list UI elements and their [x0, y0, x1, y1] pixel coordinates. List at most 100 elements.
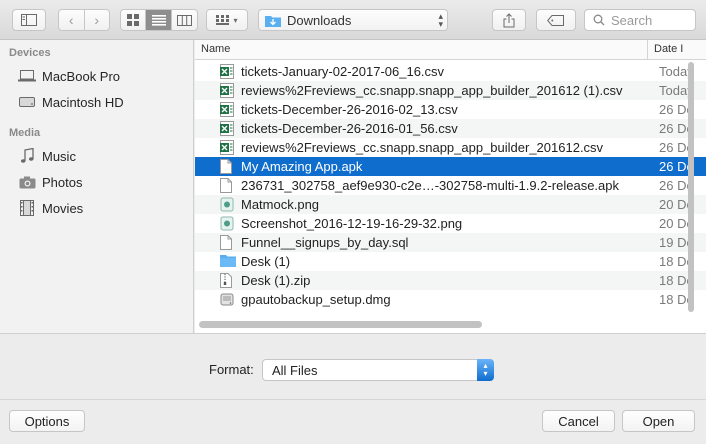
file-name: Desk (1): [241, 254, 291, 269]
open-button[interactable]: Open: [622, 410, 695, 432]
sidebar-toggle-button[interactable]: [12, 9, 46, 31]
zip-icon: [220, 273, 234, 288]
sidebar-item-movies[interactable]: Movies: [0, 196, 193, 220]
sidebar-item-label: Movies: [42, 200, 84, 216]
file-row[interactable]: Desk (1) 18 De: [195, 252, 706, 271]
list-view-button[interactable]: [146, 10, 172, 30]
icon-view-button[interactable]: [121, 10, 147, 30]
arrange-button[interactable]: ▾: [206, 9, 248, 31]
divider: [0, 399, 706, 400]
format-label: Format:: [209, 362, 254, 377]
document-icon: [220, 178, 234, 193]
folder-icon: [220, 254, 236, 269]
updown-chevron-icon: ▴ ▾: [438, 11, 443, 29]
horizontal-scrollbar[interactable]: [199, 321, 482, 328]
search-placeholder: Search: [611, 12, 653, 28]
toolbar: ‹ › ▾ Downloads ▴ ▾ Search: [0, 0, 706, 40]
location-selector[interactable]: Downloads ▴ ▾: [258, 9, 448, 31]
sidebar-item-label: Macintosh HD: [42, 94, 124, 110]
file-name: Funnel__signups_by_day.sql: [241, 235, 409, 250]
file-name: My Amazing App.apk: [241, 159, 363, 174]
tag-icon: [547, 14, 564, 26]
file-name: tickets-December-26-2016-01_56.csv: [241, 121, 458, 136]
file-name: tickets-December-26-2016-02_13.csv: [241, 102, 458, 117]
camera-icon: [18, 174, 36, 190]
tags-button[interactable]: [536, 9, 576, 31]
file-name: tickets-January-02-2017-06_16.csv: [241, 64, 445, 79]
file-name: reviews%2Freviews_cc.snapp.snapp_app_bui…: [241, 140, 604, 155]
film-icon: [18, 200, 36, 216]
grid-icon: [127, 14, 140, 26]
list-icon: [151, 14, 166, 26]
column-header-date[interactable]: Date I: [647, 40, 706, 60]
view-mode-selector: [120, 9, 198, 31]
sidebar-item-music[interactable]: Music: [0, 144, 193, 168]
document-icon: [220, 159, 234, 174]
format-select[interactable]: All Files ▴ ▾: [262, 359, 494, 381]
document-icon: [220, 235, 234, 250]
column-view-button[interactable]: [172, 10, 197, 30]
arrange-grid-icon: [216, 14, 230, 25]
image-icon: [220, 216, 234, 231]
hard-drive-icon: [18, 94, 36, 110]
column-header: Name Date I: [195, 40, 706, 60]
file-row[interactable]: Matmock.png 20 De: [195, 195, 706, 214]
music-icon: [18, 148, 36, 164]
sidebar-item-label: Photos: [42, 174, 83, 190]
file-row[interactable]: 236731_302758_aef9e930-c2e…-302758-multi…: [195, 176, 706, 195]
search-icon: [593, 14, 605, 26]
options-button[interactable]: Options: [9, 410, 85, 432]
chevron-left-icon: ‹: [68, 12, 74, 28]
sidebar-item-label: Music: [42, 148, 76, 164]
file-row[interactable]: reviews%2Freviews_cc.snapp.snapp_app_bui…: [195, 81, 706, 100]
file-row-selected[interactable]: My Amazing App.apk 26 De: [195, 157, 706, 176]
file-name: gpautobackup_setup.dmg: [241, 292, 391, 307]
downloads-folder-icon: [265, 15, 281, 27]
file-name: reviews%2Freviews_cc.snapp.snapp_app_bui…: [241, 83, 623, 98]
chevron-right-icon: ›: [94, 12, 100, 28]
bottom-panel: Format: All Files ▴ ▾ Options Cancel Open: [0, 333, 706, 444]
file-row[interactable]: reviews%2Freviews_cc.snapp.snapp_app_bui…: [195, 138, 706, 157]
sidebar-item-label: MacBook Pro: [42, 68, 121, 84]
sidebar-section-media: Media: [9, 127, 41, 139]
columns-icon: [176, 14, 192, 26]
share-icon: [503, 12, 515, 27]
location-label: Downloads: [287, 12, 352, 28]
csv-icon: [220, 121, 234, 136]
csv-icon: [220, 102, 234, 117]
csv-icon: [220, 64, 234, 79]
file-name: 236731_302758_aef9e930-c2e…-302758-multi…: [241, 178, 619, 193]
file-row[interactable]: tickets-December-26-2016-01_56.csv 26 De: [195, 119, 706, 138]
file-row[interactable]: gpautobackup_setup.dmg 18 De: [195, 290, 706, 309]
sidebar-item-macintosh-hd[interactable]: Macintosh HD: [0, 90, 193, 114]
sidebar: Devices MacBook Pro Macintosh HD Media M…: [0, 40, 194, 333]
file-name: Screenshot_2016-12-19-16-29-32.png: [241, 216, 463, 231]
file-row[interactable]: Screenshot_2016-12-19-16-29-32.png 20 De: [195, 214, 706, 233]
updown-chevron-icon: ▴ ▾: [477, 359, 494, 381]
sidebar-item-macbook-pro[interactable]: MacBook Pro: [0, 64, 193, 88]
search-field[interactable]: Search: [584, 9, 696, 31]
file-name: Desk (1).zip: [241, 273, 311, 288]
image-icon: [220, 197, 234, 212]
file-row[interactable]: tickets-December-26-2016-02_13.csv 26 De: [195, 100, 706, 119]
csv-icon: [220, 140, 234, 155]
sidebar-icon: [21, 14, 37, 26]
chevron-down-icon: ▾: [233, 15, 238, 25]
laptop-icon: [18, 68, 36, 84]
sidebar-section-devices: Devices: [9, 47, 51, 59]
file-row[interactable]: tickets-January-02-2017-06_16.csv Today: [195, 62, 706, 81]
file-name: Matmock.png: [241, 197, 320, 212]
file-row[interactable]: Desk (1).zip 18 De: [195, 271, 706, 290]
csv-icon: [220, 83, 234, 98]
share-button[interactable]: [492, 9, 526, 31]
forward-button[interactable]: ›: [85, 10, 110, 30]
sidebar-item-photos[interactable]: Photos: [0, 170, 193, 194]
disk-image-icon: [220, 292, 234, 307]
file-row[interactable]: Funnel__signups_by_day.sql 19 De: [195, 233, 706, 252]
format-value: All Files: [272, 362, 318, 378]
cancel-button[interactable]: Cancel: [542, 410, 615, 432]
back-button[interactable]: ‹: [59, 10, 85, 30]
vertical-scrollbar[interactable]: [688, 62, 694, 312]
file-list: Name Date I tickets-January-02-2017-06_1…: [195, 40, 706, 333]
column-header-name[interactable]: Name: [201, 43, 230, 55]
